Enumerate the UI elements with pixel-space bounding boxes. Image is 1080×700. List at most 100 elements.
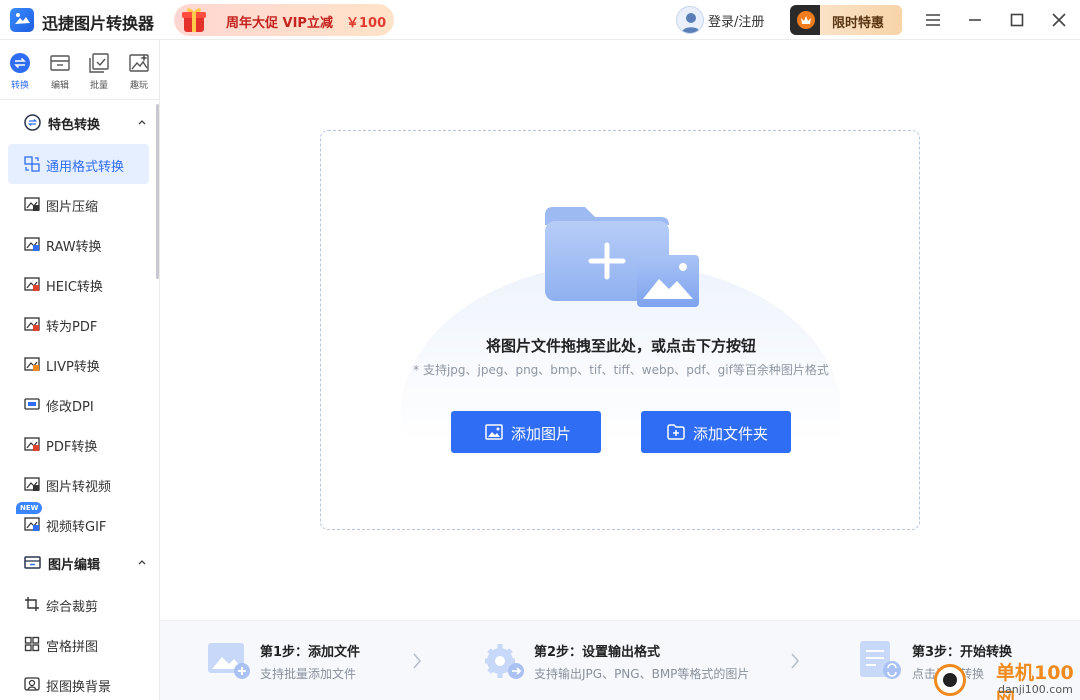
sidebar-item-label: 综合裁剪 xyxy=(46,600,99,615)
section-image-edit-label: 图片编辑 xyxy=(48,558,101,573)
tab-fun-label: 趣玩 xyxy=(129,81,148,91)
sidebar-item-label: 视频转GIF xyxy=(46,520,107,535)
video-icon xyxy=(24,477,40,491)
sidebar-item-dpi[interactable]: 修改DPI xyxy=(8,384,149,424)
add-image-button[interactable]: 添加图片 xyxy=(451,411,601,453)
add-folder-button[interactable]: 添加文件夹 xyxy=(641,411,791,453)
maximize-icon[interactable] xyxy=(1005,8,1029,32)
drop-title: 将图片文件拖拽至此处，或点击下方按钮 xyxy=(485,337,756,355)
minimize-icon[interactable] xyxy=(963,8,987,32)
chevron-right-icon xyxy=(413,653,422,669)
sidebar-item-heic[interactable]: HEIC转换 xyxy=(8,264,149,304)
limited-offer-label: 限时特惠 xyxy=(832,16,885,31)
tab-batch-label: 批量 xyxy=(89,81,108,91)
step-title: 第1步：添加文件 xyxy=(260,645,361,660)
sidebar-item-crop[interactable]: 综合裁剪 xyxy=(8,584,149,624)
dpi-icon xyxy=(24,398,40,410)
promo-banner[interactable]: 周年大促 VIP立减 ￥100 xyxy=(174,4,394,36)
app-logo-icon xyxy=(10,8,34,32)
site-watermark: 单机100网 danji100.com xyxy=(932,656,1080,700)
sidebar-item-image-to-video[interactable]: 图片转视频 xyxy=(8,464,149,504)
add-folder-label: 添加文件夹 xyxy=(693,425,769,443)
sidebar-item-raw[interactable]: RAW转换 xyxy=(8,224,149,264)
folder-plus-icon xyxy=(667,424,685,440)
cutout-icon xyxy=(24,677,40,691)
step-desc: 支持批量添加文件 xyxy=(260,667,357,681)
image-icon xyxy=(485,424,503,440)
sidebar-item-pdf-convert[interactable]: PDF转换 xyxy=(8,424,149,464)
chevron-up-icon xyxy=(138,560,146,565)
heic-icon xyxy=(24,277,40,291)
tab-convert[interactable]: 转换 xyxy=(3,52,37,94)
app-title: 迅捷图片转换器 xyxy=(42,14,155,33)
tab-convert-label: 转换 xyxy=(10,81,29,91)
sidebar-item-format-convert[interactable]: 通用格式转换 xyxy=(8,144,149,184)
start-convert-step-icon xyxy=(860,641,901,679)
section-image-edit[interactable]: 图片编辑 xyxy=(0,544,158,580)
chevron-up-icon xyxy=(138,120,146,125)
convert-icon xyxy=(10,53,30,73)
settings-step-icon xyxy=(485,644,524,679)
sidebar-item-label: 图片压缩 xyxy=(46,200,99,215)
login-register-link[interactable]: 登录/注册 xyxy=(708,11,764,30)
sidebar-item-video-to-gif[interactable]: NEW 视频转GIF xyxy=(8,502,149,544)
watermark-logo-icon xyxy=(934,664,966,696)
promo-text: 周年大促 VIP立减 xyxy=(226,16,333,31)
sidebar-item-label: 修改DPI xyxy=(46,400,94,415)
add-image-label: 添加图片 xyxy=(511,425,572,443)
sidebar-item-label: RAW转换 xyxy=(46,240,102,255)
add-folder-illustration-icon xyxy=(545,207,699,307)
sidebar-item-label: HEIC转换 xyxy=(46,280,103,295)
gift-icon xyxy=(182,8,206,32)
watermark-domain: danji100.com xyxy=(998,683,1073,696)
tab-edit[interactable]: 编辑 xyxy=(43,52,77,94)
supported-formats-hint: * 支持jpg、jpeg、png、bmp、tif、tiff、webp、pdf、g… xyxy=(413,363,829,377)
tab-edit-label: 编辑 xyxy=(50,81,69,91)
convert-circle-icon xyxy=(24,114,41,131)
batch-icon xyxy=(89,53,109,73)
pdf-convert-icon xyxy=(24,437,40,451)
section-feature-convert[interactable]: 特色转换 xyxy=(0,104,158,140)
main-area: 将图片文件拖拽至此处，或点击下方按钮 * 支持jpg、jpeg、png、bmp、… xyxy=(160,40,1080,620)
sidebar: 转换 编辑 批量 趣玩 特色转换 通用格式转换 图片压缩 RAW转换 HEIC转… xyxy=(0,40,160,700)
sidebar-item-livp[interactable]: LIVP转换 xyxy=(8,344,149,384)
crop-icon xyxy=(25,597,39,611)
drop-zone[interactable]: 将图片文件拖拽至此处，或点击下方按钮 * 支持jpg、jpeg、png、bmp、… xyxy=(320,130,920,530)
sidebar-item-cutout[interactable]: 抠图换背景 xyxy=(8,664,149,700)
compress-icon xyxy=(24,197,40,211)
sidebar-item-label: 图片转视频 xyxy=(46,480,112,495)
promo-price: ￥100 xyxy=(346,16,387,31)
new-badge: NEW xyxy=(16,502,43,514)
sidebar-item-to-pdf[interactable]: 转为PDF xyxy=(8,304,149,344)
sidebar-item-label: 通用格式转换 xyxy=(46,160,125,175)
grid-icon xyxy=(24,636,40,652)
sidebar-item-label: 宫格拼图 xyxy=(46,640,99,655)
sidebar-item-label: PDF转换 xyxy=(46,440,98,455)
sidebar-item-grid-collage[interactable]: 宫格拼图 xyxy=(8,624,149,664)
pdf-icon xyxy=(24,317,40,331)
sidebar-item-label: 抠图换背景 xyxy=(46,680,112,695)
user-avatar-icon[interactable] xyxy=(676,6,704,34)
add-file-step-icon xyxy=(208,643,250,679)
close-icon[interactable] xyxy=(1047,8,1071,32)
menu-icon[interactable] xyxy=(921,8,945,32)
tab-batch[interactable]: 批量 xyxy=(82,52,116,94)
top-tab-bar: 转换 编辑 批量 趣玩 xyxy=(0,40,160,100)
sidebar-item-compress[interactable]: 图片压缩 xyxy=(8,184,149,224)
raw-icon xyxy=(24,237,40,251)
tab-fun[interactable]: 趣玩 xyxy=(122,52,156,94)
title-bar: 迅捷图片转换器 周年大促 VIP立减 ￥100 登录/注册 限时特惠 xyxy=(0,0,1080,40)
limited-offer-button[interactable]: 限时特惠 xyxy=(790,5,902,35)
sidebar-item-label: 转为PDF xyxy=(46,320,98,335)
step-output-format: 第2步：设置输出格式 支持输出JPG、PNG、BMP等格式的图片 xyxy=(482,621,749,700)
chevron-right-icon xyxy=(791,653,800,669)
step-add-files: 第1步：添加文件 支持批量添加文件 xyxy=(208,621,408,700)
livp-icon xyxy=(24,357,40,371)
section-feature-convert-label: 特色转换 xyxy=(48,118,101,133)
step-desc: 支持输出JPG、PNG、BMP等格式的图片 xyxy=(534,667,750,681)
image-edit-icon xyxy=(24,556,41,569)
crown-icon xyxy=(797,11,815,29)
sidebar-item-label: LIVP转换 xyxy=(46,360,100,375)
gif-icon xyxy=(24,517,40,531)
fun-icon xyxy=(129,54,149,72)
